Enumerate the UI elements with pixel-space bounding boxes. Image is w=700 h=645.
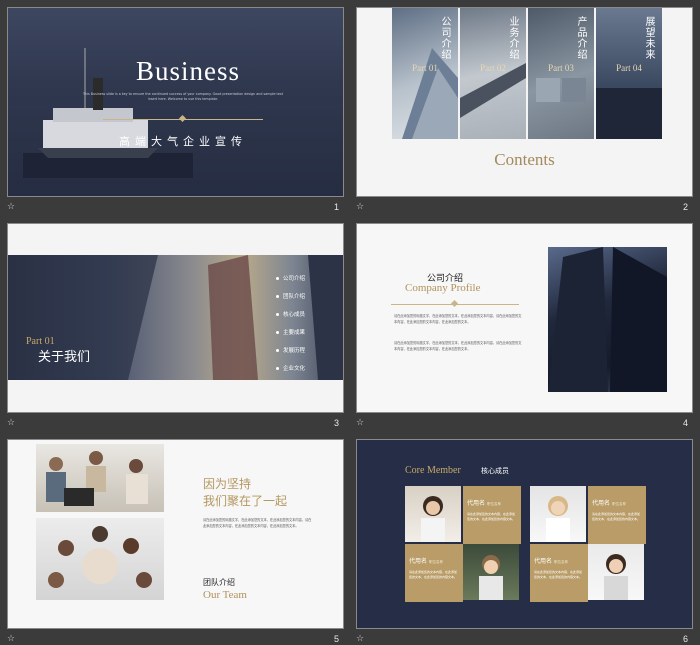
slide-number: 6 [683,634,689,644]
core-member-en-title: Core Member [405,465,461,476]
menu-item: 核心成员 [276,310,305,318]
contents-heading: Contents [494,150,555,169]
star-icon[interactable]: ☆ [356,418,364,428]
slide-3-thumbnail[interactable]: 公司介绍 团队介绍 核心成员 主要成果 发展历程 企业文化 Part 01 关于… [7,223,344,413]
slide-title: Business [135,56,241,86]
menu-item: 发展历程 [276,346,305,354]
panel-part: Part 01 [412,63,438,73]
menu-item: 企业文化 [276,364,305,372]
team-en-title: Our Team [203,589,247,601]
member-name: 代用名 [409,558,428,565]
member-photo [463,544,519,600]
member-title: 职位名称 [554,560,569,564]
star-icon[interactable]: ☆ [7,418,15,428]
member-name: 代用名 [467,500,486,507]
section-menu: 公司介绍 团队介绍 核心成员 主要成果 发展历程 企业文化 [276,274,305,382]
body-paragraph: 请在此添加您的标题文字，在此添加您的文本，在此添加您的文本内容。请在此添加您的文… [394,341,522,351]
member-card: 代用名 职位名称 请在此添加您的文本内容，在此添加您的文本，在此添加您的内容文本。 [405,544,463,602]
skyscraper-image [548,247,667,392]
member-title: 职位名称 [612,502,627,506]
member-desc: 请在此添加您的文本内容，在此添加您的文本，在此添加您的内容文本。 [409,570,458,579]
contents-panel: 业务介绍 Part 02 [460,8,526,139]
team-hands-image [36,518,164,600]
star-icon[interactable]: ☆ [7,634,15,644]
slide-4-thumbnail[interactable]: 公司介绍 Company Profile 请在此添加您的标题文字，在此添加您的文… [356,223,693,413]
slide-subtitle: This Business slide is a key to ensure t… [82,92,284,101]
diamond-ornament [450,299,459,308]
slogan-line: 因为坚持 [203,477,252,491]
panel-label: 业务介绍 [507,16,518,60]
member-name: 代用名 [592,500,611,507]
member-card: 代用名 职位名称 请在此添加您的文本内容，在此添加您的文本，在此添加您的内容文本。 [530,544,588,602]
body-paragraph: 请在此添加您的标题文字，在此添加您的文本，在此添加您的文本内容。请在此添加您的文… [203,518,312,528]
team-meeting-image [36,444,164,512]
panel-label: 展望未来 [643,16,654,60]
panel-label: 产品介绍 [575,16,586,60]
contents-panel: 公司介绍 Part 01 [392,8,458,139]
member-card: 代用名 职位名称 请在此添加您的文本内容，在此添加您的文本，在此添加您的内容文本。 [463,486,521,544]
menu-item: 主要成果 [276,328,305,336]
slide-number: 2 [683,202,689,212]
member-name: 代用名 [534,558,553,565]
slogan-line: 我们聚在了一起 [203,494,288,508]
menu-item: 公司介绍 [276,274,305,282]
section-en-title: Company Profile [405,282,481,294]
slide-1-thumbnail[interactable]: Business This Business slide is a key to… [7,7,344,197]
body-paragraph: 请在此添加您的标题文字，在此添加您的文本，在此添加您的文本内容。请在此添加您的文… [394,314,522,324]
panel-part: Part 03 [548,63,574,73]
menu-item: 团队介绍 [276,292,305,300]
member-photo [405,486,461,542]
star-icon[interactable]: ☆ [356,634,364,644]
member-desc: 请在此添加您的文本内容，在此添加您的文本，在此添加您的内容文本。 [467,512,516,521]
member-card: 代用名 职位名称 请在此添加您的文本内容，在此添加您的文本，在此添加您的内容文本。 [588,486,646,544]
contents-panel: 产品介绍 Part 03 [528,8,594,139]
slide-cn-title: 高端大气企业宣传 [119,135,247,148]
slide-2-thumbnail[interactable]: 公司介绍 Part 01 业务介绍 Part 02 产品介绍 Part 03 展… [356,7,693,197]
panel-part: Part 02 [480,63,506,73]
slide-number: 4 [683,418,689,428]
contents-panel: 展望未来 Part 04 [596,8,662,139]
panel-label: 公司介绍 [439,16,450,60]
slide-5-thumbnail[interactable]: 因为坚持 我们聚在了一起 请在此添加您的标题文字，在此添加您的文本，在此添加您的… [7,439,344,629]
star-icon[interactable]: ☆ [356,202,364,212]
slogan-heading: 因为坚持 我们聚在了一起 [203,476,287,510]
core-member-cn-title: 核心成员 [481,467,509,475]
team-cn-title: 团队介绍 [203,578,235,587]
slide-number: 3 [334,418,340,428]
section-title: 关于我们 [38,350,91,365]
slide-number: 5 [334,634,340,644]
slide-number: 1 [334,202,340,212]
member-title: 职位名称 [429,560,444,564]
member-desc: 请在此添加您的文本内容，在此添加您的文本，在此添加您的内容文本。 [534,570,583,579]
slide-6-thumbnail[interactable]: Core Member 核心成员 代用名 职位名称 请在此添加您的文本内容，在此添… [356,439,693,629]
member-photo [530,486,586,542]
panel-part: Part 04 [616,63,642,73]
star-icon[interactable]: ☆ [7,202,15,212]
member-photo [588,544,644,600]
member-desc: 请在此添加您的文本内容，在此添加您的文本，在此添加您的内容文本。 [592,512,641,521]
member-title: 职位名称 [487,502,502,506]
